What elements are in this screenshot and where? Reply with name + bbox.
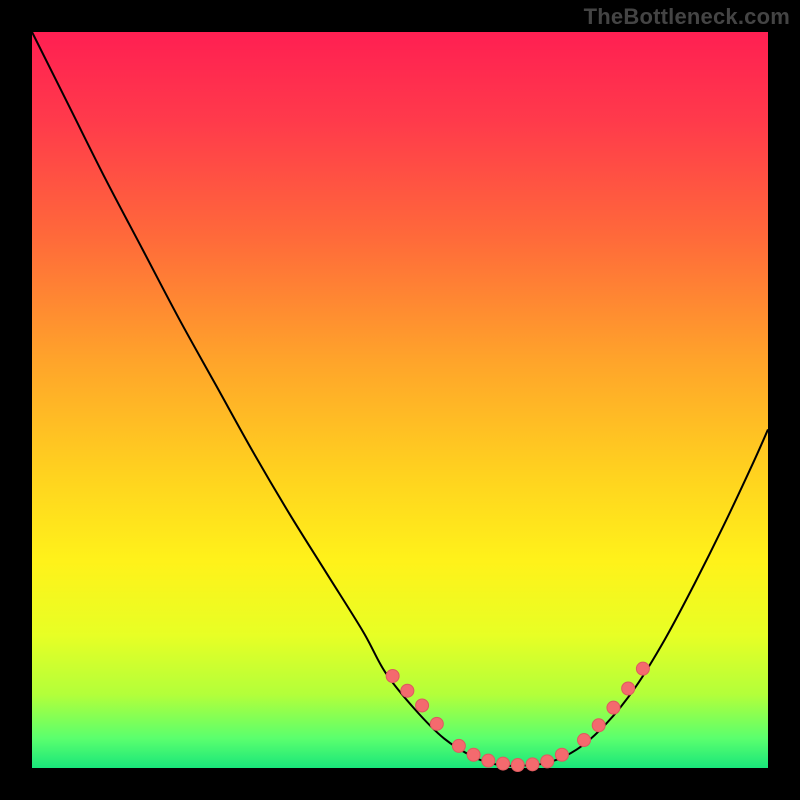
- highlight-dot: [526, 758, 539, 771]
- highlight-dot: [386, 670, 399, 683]
- highlight-dot: [467, 748, 480, 761]
- highlight-dot: [452, 739, 465, 752]
- bottleneck-chart: [0, 0, 800, 800]
- highlight-dot: [636, 662, 649, 675]
- highlight-dot: [592, 719, 605, 732]
- highlight-dot: [497, 757, 510, 770]
- highlight-dot: [511, 759, 524, 772]
- highlight-dot: [607, 701, 620, 714]
- highlight-dot: [578, 734, 591, 747]
- highlight-dot: [622, 682, 635, 695]
- highlight-dot: [482, 754, 495, 767]
- highlight-dot: [541, 755, 554, 768]
- highlight-dot: [416, 699, 429, 712]
- highlight-dot: [430, 717, 443, 730]
- gradient-background: [32, 32, 768, 768]
- highlight-dot: [555, 748, 568, 761]
- chart-frame: TheBottleneck.com: [0, 0, 800, 800]
- highlight-dot: [401, 684, 414, 697]
